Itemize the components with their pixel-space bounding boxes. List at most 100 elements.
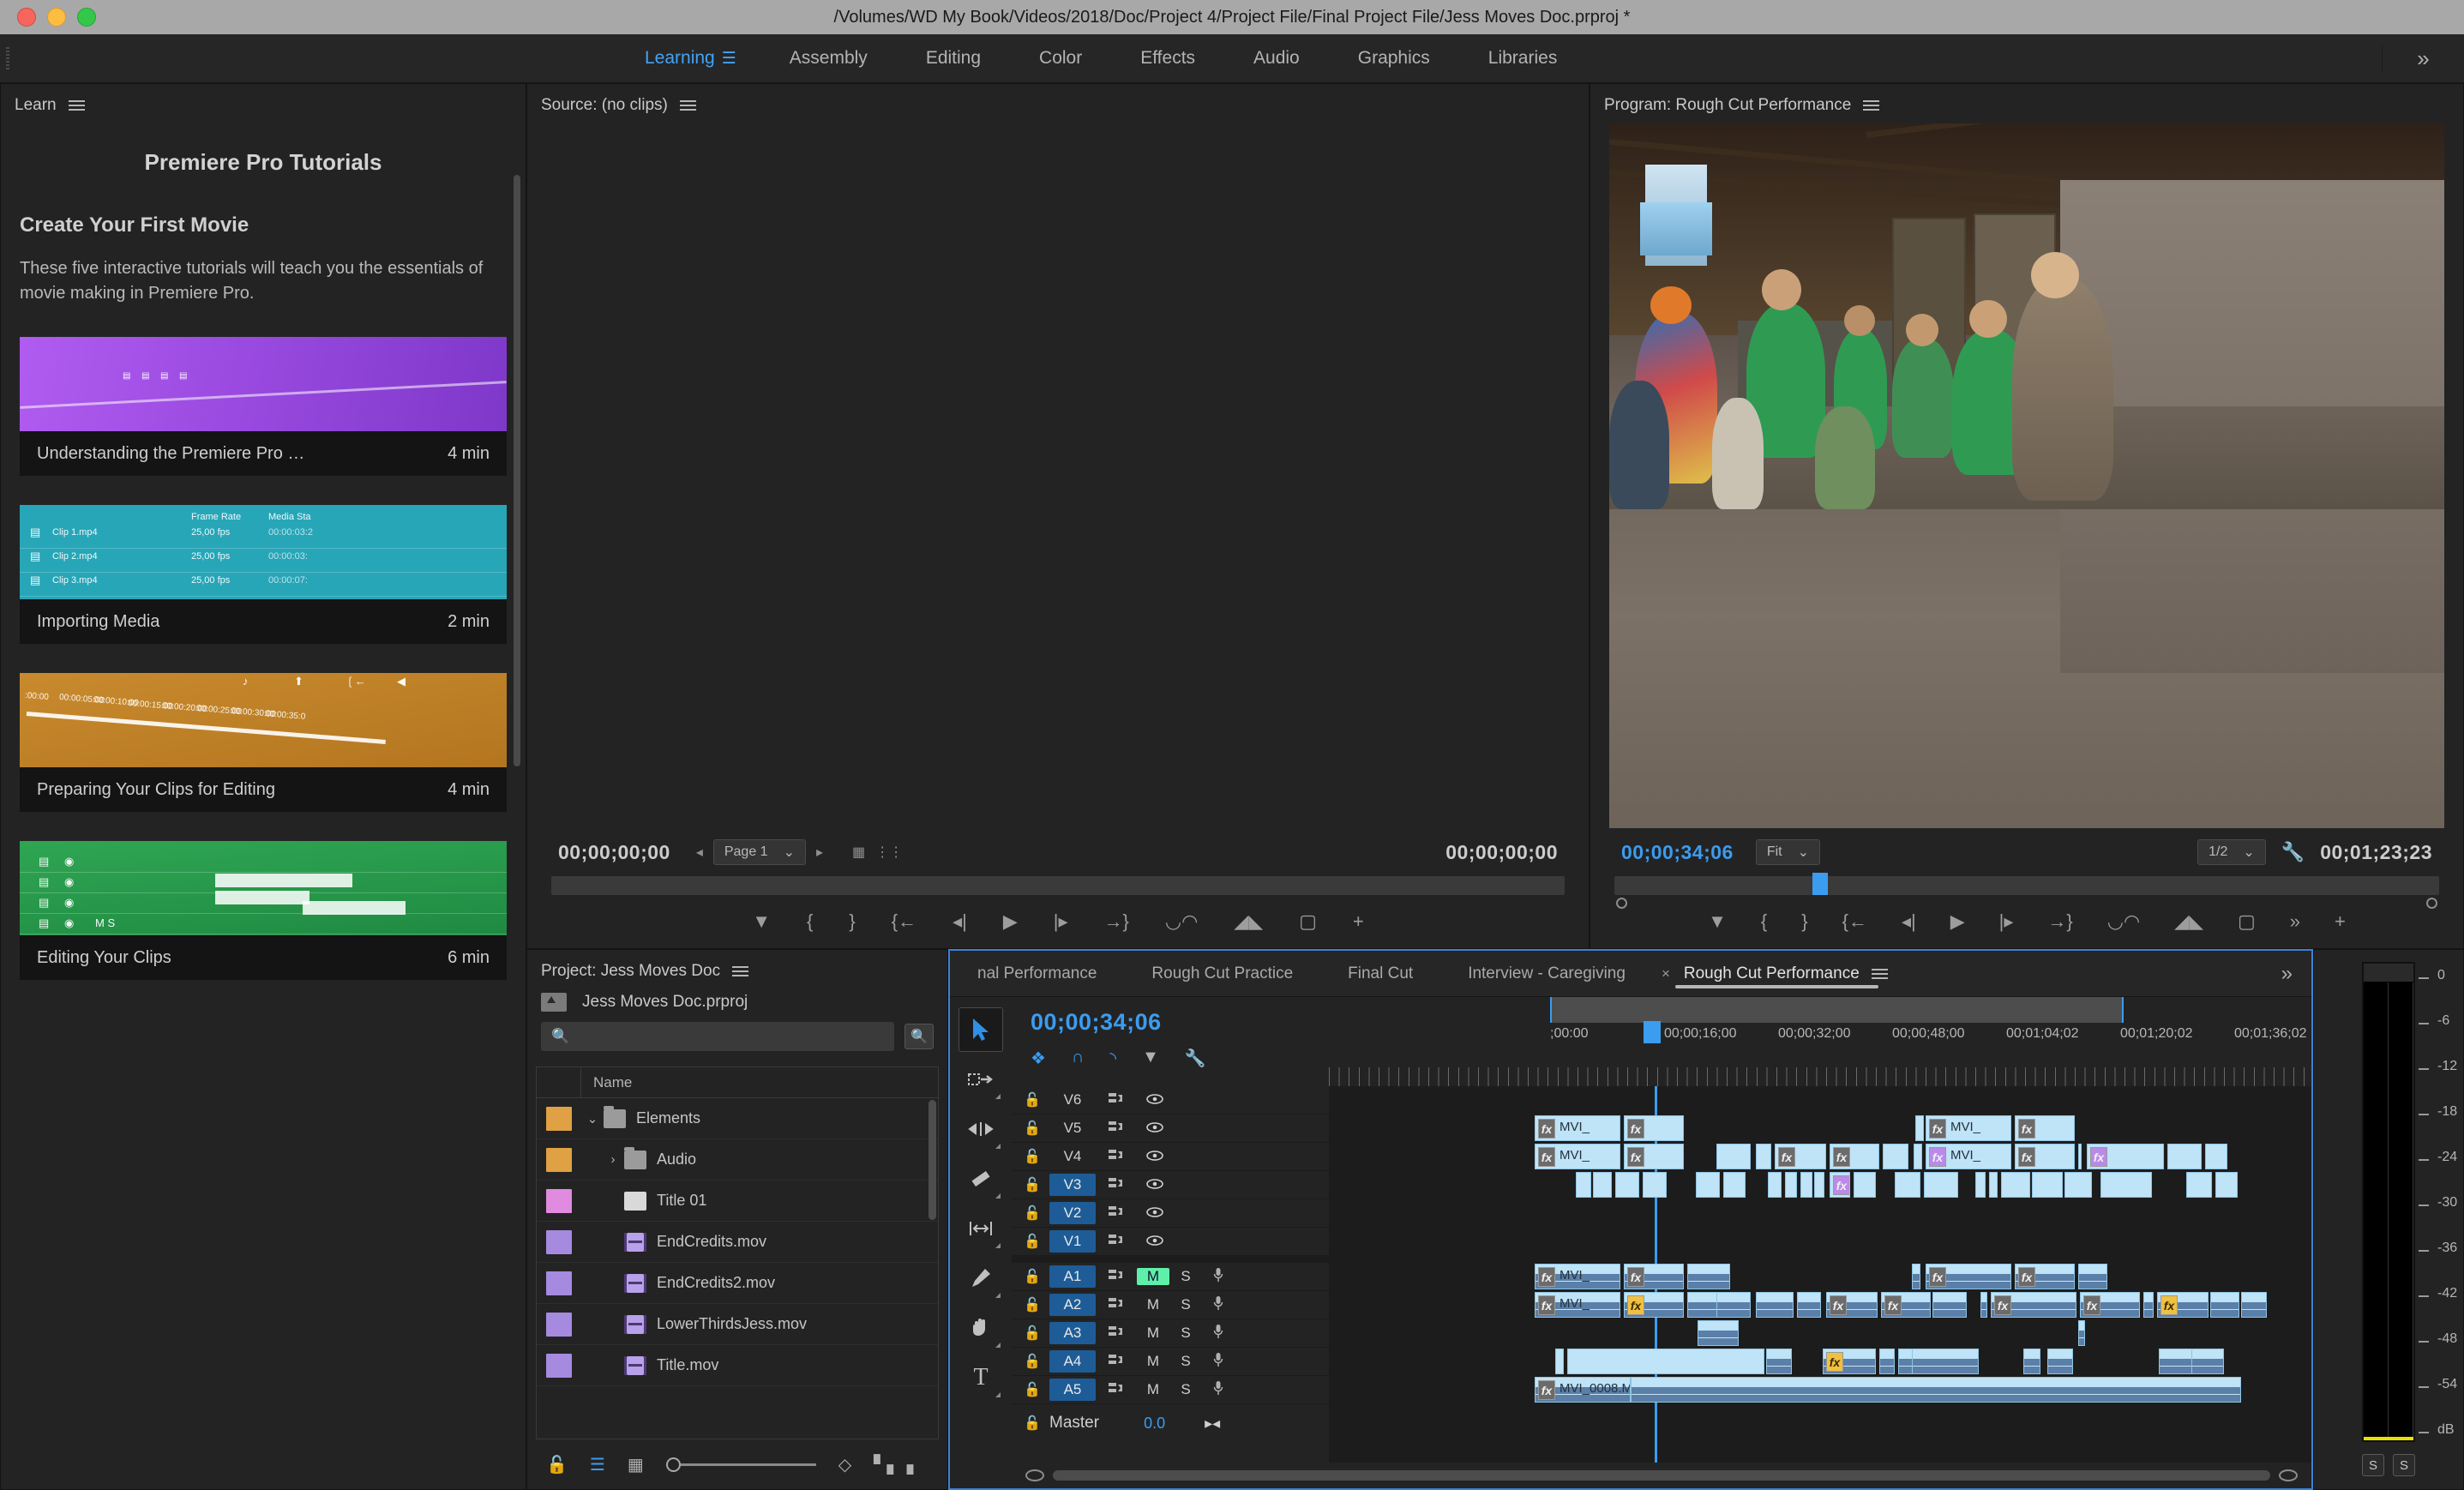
sync-lock-icon[interactable] (1096, 1120, 1137, 1137)
clip-fx-badge[interactable]: fx (1833, 1175, 1850, 1195)
mute-track-button[interactable]: M (1137, 1325, 1169, 1342)
timeline-clip[interactable] (1932, 1292, 1967, 1318)
linked-selection-icon[interactable]: ◝ (1109, 1048, 1116, 1069)
settings-icon[interactable]: 🔧 (1185, 1048, 1206, 1069)
clip-fx-badge[interactable]: fx (2161, 1295, 2178, 1315)
mark-in-icon[interactable]: { (807, 910, 813, 933)
solo-track-button[interactable]: S (1169, 1268, 1202, 1285)
sync-lock-icon[interactable] (1096, 1381, 1137, 1398)
timeline-clip[interactable]: fxMVI_ (1535, 1115, 1620, 1141)
hand-tool[interactable] (959, 1306, 1003, 1350)
timeline-clip[interactable]: fxMVI_ (1535, 1264, 1620, 1289)
step-forward-icon[interactable]: |▸ (1999, 910, 2014, 933)
track-name[interactable]: A5 (1049, 1379, 1096, 1401)
timeline-clip[interactable]: fx (1991, 1292, 2076, 1318)
timeline-clip[interactable]: fx (2087, 1144, 2164, 1169)
workspace-overflow-button[interactable]: » (2382, 45, 2464, 72)
film-strip-icon[interactable]: ▦ (852, 844, 865, 861)
video-track-header[interactable]: 🔓V3 (1012, 1171, 1329, 1199)
workspace-tab-effects[interactable]: Effects (1111, 48, 1224, 69)
timeline-clip[interactable] (2100, 1172, 2152, 1198)
nest-toggle-icon[interactable]: ❖ (1031, 1048, 1046, 1069)
clip-fx-badge[interactable]: fx (1627, 1147, 1644, 1167)
track-visibility-icon[interactable] (1137, 1120, 1173, 1137)
zoom-level-select[interactable]: Fit ⌄ (1756, 839, 1820, 865)
timeline-clip[interactable] (2167, 1144, 2202, 1169)
mark-in-icon[interactable]: { (1761, 910, 1767, 933)
clip-fx-badge[interactable]: fx (2083, 1295, 2100, 1315)
timeline-clip[interactable] (1615, 1172, 1639, 1198)
timeline-clip[interactable] (1723, 1172, 1746, 1198)
clip-fx-badge[interactable]: fx (1778, 1147, 1795, 1167)
page-next-icon[interactable]: ▸ (816, 844, 823, 861)
timeline-clip[interactable]: fx (2015, 1264, 2075, 1289)
project-scrollbar[interactable] (929, 1100, 936, 1220)
mute-track-button[interactable]: M (1137, 1296, 1169, 1313)
clip-fx-badge[interactable]: fx (2018, 1147, 2035, 1167)
meter-solo-button[interactable]: S (2393, 1454, 2415, 1476)
sync-lock-icon[interactable] (1096, 1353, 1137, 1370)
timeline-clip[interactable]: fx (1881, 1292, 1931, 1318)
color-label-swatch[interactable] (546, 1148, 572, 1172)
track-name[interactable]: V4 (1049, 1145, 1096, 1168)
clip-fx-badge[interactable]: fx (1627, 1295, 1644, 1315)
timeline-clip[interactable] (1593, 1172, 1612, 1198)
timeline-horizontal-scrollbar[interactable] (1012, 1463, 2311, 1488)
timeline-clip[interactable]: fx (2015, 1115, 2075, 1141)
lift-icon[interactable]: ◡◠ (2107, 910, 2140, 933)
settings-wrench-icon[interactable]: 🔧 (2281, 841, 2305, 863)
search-input[interactable] (576, 1029, 884, 1044)
playback-resolution-select[interactable]: 1/2 ⌄ (2197, 839, 2266, 865)
timeline-clip[interactable] (1756, 1292, 1794, 1318)
sequence-overflow-button[interactable]: » (2263, 962, 2311, 986)
video-track-header[interactable]: 🔓V2 (1012, 1199, 1329, 1228)
clip-fx-badge[interactable]: fx (1538, 1147, 1555, 1167)
microphone-icon[interactable] (1202, 1295, 1235, 1315)
timeline-clip[interactable]: fx (2157, 1292, 2209, 1318)
timeline-clip[interactable] (1716, 1292, 1751, 1318)
microphone-icon[interactable] (1202, 1380, 1235, 1400)
parent-folder-icon[interactable] (541, 993, 567, 1012)
solo-track-button[interactable]: S (1169, 1325, 1202, 1342)
timeline-clip[interactable] (1576, 1172, 1591, 1198)
timeline-clip[interactable] (1687, 1264, 1730, 1289)
audio-track-header[interactable]: 🔓A1MS (1012, 1263, 1329, 1291)
mute-track-button[interactable]: M (1137, 1353, 1169, 1370)
tutorial-card[interactable]: :00:0000:00:05:0000:00:10:0000:00:15:000… (20, 673, 507, 812)
timeline-clip[interactable]: fx (1926, 1264, 2011, 1289)
button-editor-icon[interactable]: + (2335, 910, 2346, 933)
video-track-header[interactable]: 🔓V1 (1012, 1228, 1329, 1256)
track-visibility-icon[interactable] (1137, 1091, 1173, 1108)
timeline-clip[interactable] (1924, 1172, 1958, 1198)
video-track-header[interactable]: 🔓V4 (1012, 1143, 1329, 1171)
program-playhead-marker[interactable] (1812, 873, 1828, 895)
timeline-clips-area[interactable]: fxfxMVI_fxfxfxfxMVI_fxfxfxMVI_fxfxMVI_fx… (1329, 1086, 2311, 1463)
timeline-clip[interactable] (2210, 1292, 2239, 1318)
maximize-window-button[interactable] (77, 8, 96, 27)
timeline-clip[interactable] (2241, 1292, 2267, 1318)
color-label-swatch[interactable] (546, 1271, 572, 1295)
timeline-clip[interactable] (2078, 1320, 2085, 1346)
timeline-clip[interactable]: fx (1624, 1115, 1684, 1141)
waveform-icon[interactable]: ⋮⋮ (875, 844, 903, 861)
scrub-handle-left[interactable] (1616, 898, 1627, 909)
freeform-view-icon[interactable]: ▘▖▗ (874, 1454, 913, 1475)
color-label-swatch[interactable] (546, 1107, 572, 1131)
add-marker-icon[interactable]: ▼ (1708, 910, 1727, 933)
audio-track-header[interactable]: 🔓A3MS (1012, 1319, 1329, 1348)
export-frame-icon[interactable]: ▢ (2238, 910, 2256, 933)
microphone-icon[interactable] (1202, 1267, 1235, 1287)
play-icon[interactable]: ▶ (1950, 910, 1965, 933)
timeline-clip[interactable]: fx (1823, 1349, 1876, 1374)
color-label-swatch[interactable] (546, 1354, 572, 1378)
track-visibility-icon[interactable] (1137, 1205, 1173, 1222)
timeline-clip[interactable] (2205, 1144, 2227, 1169)
slip-tool[interactable] (959, 1206, 1003, 1251)
project-item-row[interactable]: LowerThirdsJess.mov (537, 1304, 938, 1345)
disclosure-triangle[interactable]: ⌄ (581, 1111, 604, 1127)
timeline-clip[interactable]: fxMVI_ (1926, 1144, 2011, 1169)
track-select-forward-tool[interactable] (959, 1057, 1003, 1102)
window-controls[interactable] (0, 8, 96, 27)
timeline-clip[interactable] (1768, 1172, 1782, 1198)
timeline-ruler[interactable]: ;00:0000;00;16;0000;00;32;0000;00;48;000… (1329, 997, 2311, 1086)
